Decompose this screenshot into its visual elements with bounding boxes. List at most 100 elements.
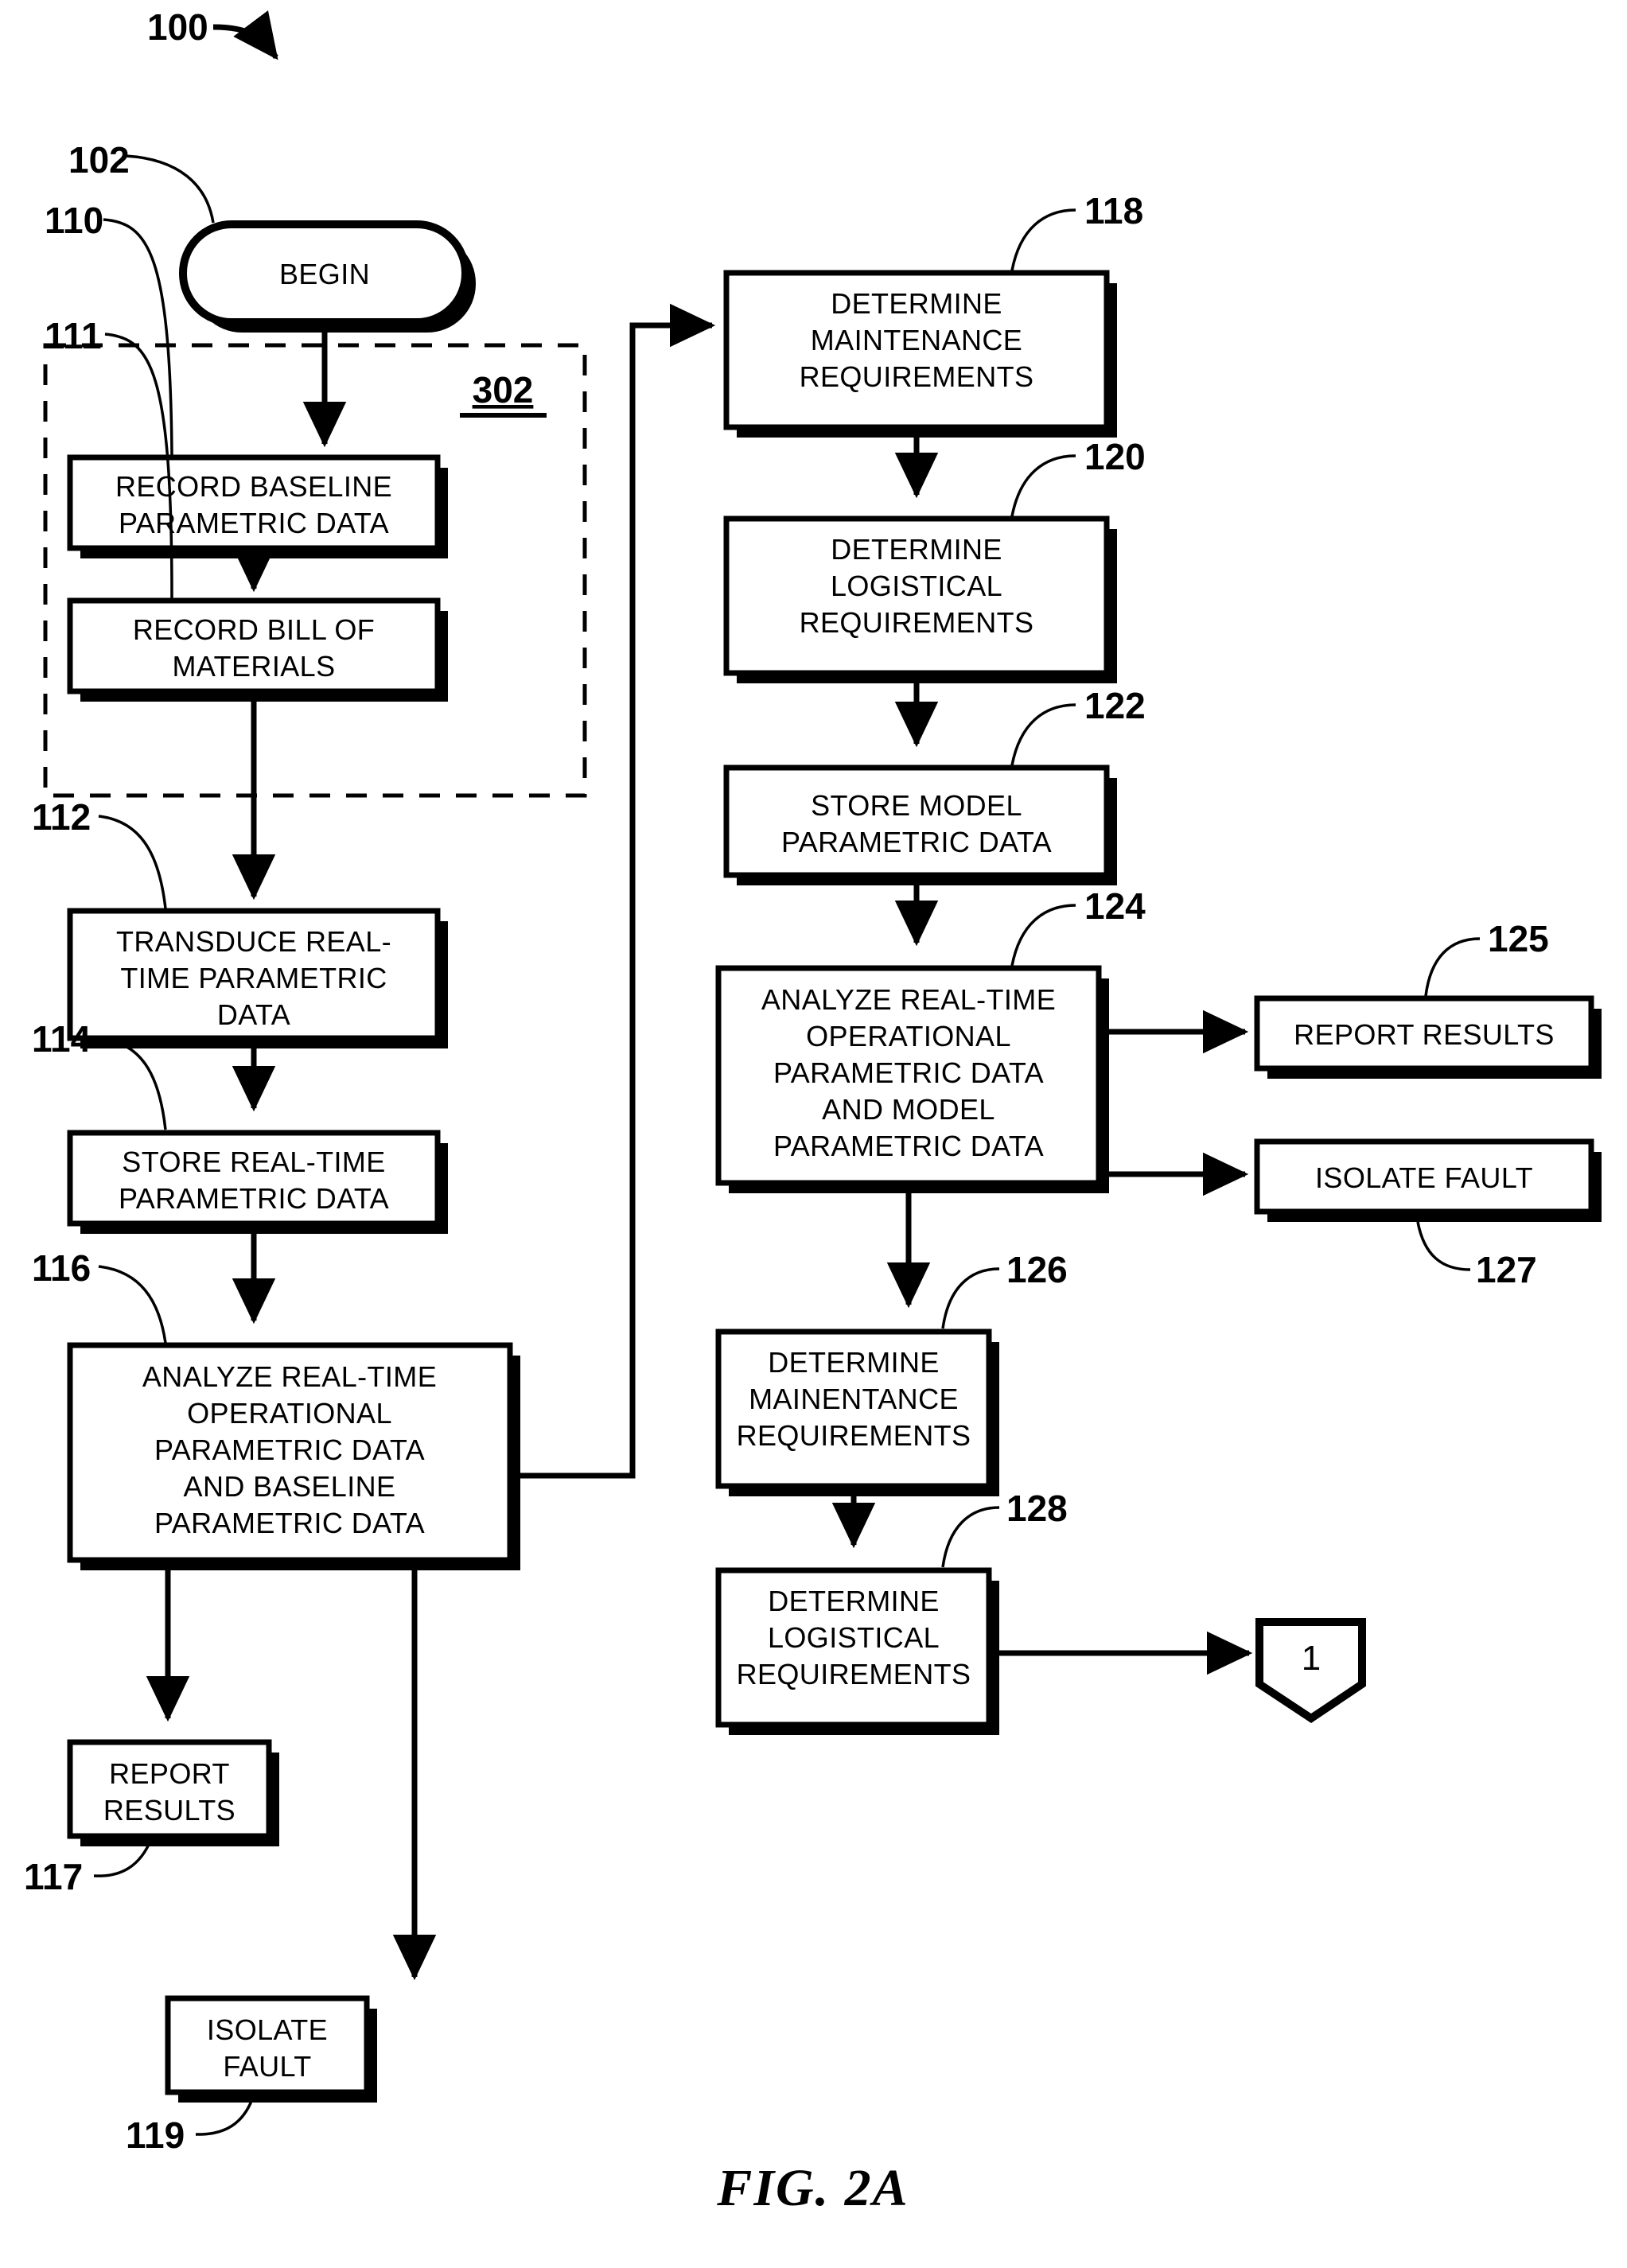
ref-124-leader [1010, 904, 1076, 967]
ref-label-100: 100 [147, 6, 208, 48]
ref-118-group: 118 [1010, 190, 1143, 271]
node-118-label-line1: DETERMINE [831, 287, 1002, 320]
ref-112-group: 112 [32, 796, 167, 909]
node-isolate-fault-right[interactable]: ISOLATE FAULT [1254, 1138, 1602, 1222]
node-record-bill-of-materials[interactable]: RECORD BILL OF MATERIALS [67, 597, 448, 702]
ref-120-leader [1010, 454, 1076, 517]
node-119-label-line2: FAULT [223, 2050, 311, 2083]
node-report-results-right[interactable]: REPORT RESULTS [1254, 995, 1602, 1079]
node-116-label-line4: AND BASELINE [184, 1470, 396, 1503]
ref-label-128: 128 [1006, 1488, 1068, 1529]
node-116-label-line5: PARAMETRIC DATA [154, 1507, 425, 1539]
group-302-dashed-rect [43, 343, 587, 798]
node-determine-logistical-requirements-top[interactable]: DETERMINE LOGISTICAL REQUIREMENTS [723, 515, 1117, 683]
node-111-label-line2: MATERIALS [173, 650, 336, 683]
node-126-label-line2: MAINENTANCE [749, 1383, 959, 1415]
node-determine-maintenance-requirements-top[interactable]: DETERMINE MAINTENANCE REQUIREMENTS [723, 270, 1117, 438]
node-114-label-line1: STORE REAL-TIME [122, 1146, 385, 1178]
node-124-label-line4: AND MODEL [822, 1093, 995, 1126]
node-118-label-line3: REQUIREMENTS [800, 360, 1034, 393]
ref-126-group: 126 [941, 1249, 1068, 1329]
ref-122-group: 122 [1010, 685, 1146, 766]
node-126-label-line1: DETERMINE [768, 1346, 940, 1379]
ref-119-group: 119 [126, 2096, 255, 2156]
ref-117-group: 117 [24, 1838, 153, 1897]
node-124-label-line1: ANALYZE REAL-TIME [761, 983, 1056, 1016]
group-302-label: 302 [473, 369, 534, 410]
ref-label-124: 124 [1084, 885, 1146, 927]
node-112-label-line1: TRANSDUCE REAL- [116, 925, 391, 958]
node-119-label-line1: ISOLATE [207, 2013, 328, 2046]
node-120-label-line2: LOGISTICAL [831, 570, 1002, 602]
ref-label-119: 119 [126, 2114, 185, 2156]
node-116-label-line2: OPERATIONAL [187, 1397, 392, 1430]
node-isolate-fault-left[interactable]: ISOLATE FAULT [165, 1995, 377, 2103]
ref-label-127: 127 [1476, 1249, 1537, 1290]
node-record-baseline-parametric-data[interactable]: RECORD BASELINE PARAMETRIC DATA [67, 454, 448, 558]
node-report-results-left[interactable]: REPORT RESULTS [67, 1739, 279, 1846]
ref-122-leader [1010, 703, 1076, 766]
ref-116-leader [98, 1265, 167, 1344]
node-118-label-line2: MAINTENANCE [811, 324, 1022, 356]
ref-label-118: 118 [1084, 190, 1143, 231]
node-store-model-parametric-data[interactable]: STORE MODEL PARAMETRIC DATA [723, 764, 1117, 885]
patent-figure: 100 302 BEGIN 102 RECORD BASELINE PARAME… [0, 0, 1627, 2268]
ref-126-leader [941, 1267, 1000, 1329]
ref-label-116: 116 [32, 1247, 91, 1289]
ref-127-leader [1416, 1221, 1471, 1271]
ref-label-111: 111 [45, 315, 102, 356]
node-analyze-realtime-operational-and-baseline[interactable]: ANALYZE REAL-TIME OPERATIONAL PARAMETRIC… [67, 1342, 520, 1570]
ref-119-leader [195, 2096, 255, 2136]
figure-number-leader [212, 10, 278, 60]
ref-120-group: 120 [1010, 436, 1146, 517]
node-110-label-line1: RECORD BASELINE [115, 470, 392, 503]
ref-127-group: 127 [1416, 1221, 1537, 1290]
node-determine-logistical-requirements-bottom[interactable]: DETERMINE LOGISTICAL REQUIREMENTS [715, 1567, 999, 1735]
ref-125-leader [1424, 937, 1481, 997]
node-128-label-line1: DETERMINE [768, 1585, 940, 1617]
node-127-label: ISOLATE FAULT [1315, 1161, 1533, 1194]
node-120-label-line1: DETERMINE [831, 533, 1002, 566]
node-analyze-realtime-operational-and-model[interactable]: ANALYZE REAL-TIME OPERATIONAL PARAMETRIC… [715, 965, 1109, 1193]
node-110-label-line2: PARAMETRIC DATA [119, 507, 389, 539]
ref-label-102: 102 [68, 139, 130, 181]
ref-112-leader [98, 815, 167, 909]
offpage-connector-1-label: 1 [1302, 1639, 1321, 1678]
node-114-label-line2: PARAMETRIC DATA [119, 1182, 389, 1215]
ref-label-114: 114 [32, 1018, 91, 1060]
node-116-label-line1: ANALYZE REAL-TIME [142, 1360, 437, 1393]
ref-label-112: 112 [32, 796, 91, 838]
ref-label-120: 120 [1084, 436, 1146, 477]
node-128-label-line2: LOGISTICAL [768, 1621, 940, 1654]
ref-128-group: 128 [941, 1488, 1068, 1568]
ref-102-leader [125, 154, 215, 224]
node-122-label-line2: PARAMETRIC DATA [781, 826, 1052, 858]
flowchart-svg: 100 302 BEGIN 102 RECORD BASELINE PARAME… [24, 6, 1602, 2217]
edge-116-to-118 [510, 303, 716, 1479]
offpage-connector-1[interactable]: 1 [1255, 1618, 1366, 1724]
node-transduce-realtime-parametric-data[interactable]: TRANSDUCE REAL- TIME PARAMETRIC DATA [67, 908, 448, 1048]
node-126-label-line3: REQUIREMENTS [737, 1419, 971, 1452]
figure-caption: FIG. 2A [716, 2159, 909, 2217]
ref-125-group: 125 [1424, 918, 1549, 997]
node-begin[interactable]: BEGIN [179, 220, 476, 333]
node-112-label-line2: TIME PARAMETRIC [120, 962, 387, 994]
ref-114-leader [98, 1037, 167, 1130]
ref-label-117: 117 [24, 1856, 83, 1897]
node-store-realtime-parametric-data[interactable]: STORE REAL-TIME PARAMETRIC DATA [67, 1130, 448, 1234]
node-determine-maintenance-requirements-bottom[interactable]: DETERMINE MAINENTANCE REQUIREMENTS [715, 1329, 999, 1496]
ref-label-110: 110 [45, 200, 103, 241]
ref-110-leader [103, 218, 173, 456]
node-111-label-line1: RECORD BILL OF [133, 613, 375, 646]
node-124-label-line3: PARAMETRIC DATA [773, 1056, 1044, 1089]
ref-label-126: 126 [1006, 1249, 1068, 1290]
node-124-label-line5: PARAMETRIC DATA [773, 1130, 1044, 1162]
node-begin-label: BEGIN [279, 258, 370, 290]
node-125-label: REPORT RESULTS [1294, 1018, 1555, 1051]
ref-label-125: 125 [1488, 918, 1549, 959]
node-116-label-line3: PARAMETRIC DATA [154, 1434, 425, 1466]
ref-label-122: 122 [1084, 685, 1146, 726]
ref-116-group: 116 [32, 1247, 167, 1344]
node-112-label-line3: DATA [217, 998, 290, 1031]
node-120-label-line3: REQUIREMENTS [800, 606, 1034, 639]
